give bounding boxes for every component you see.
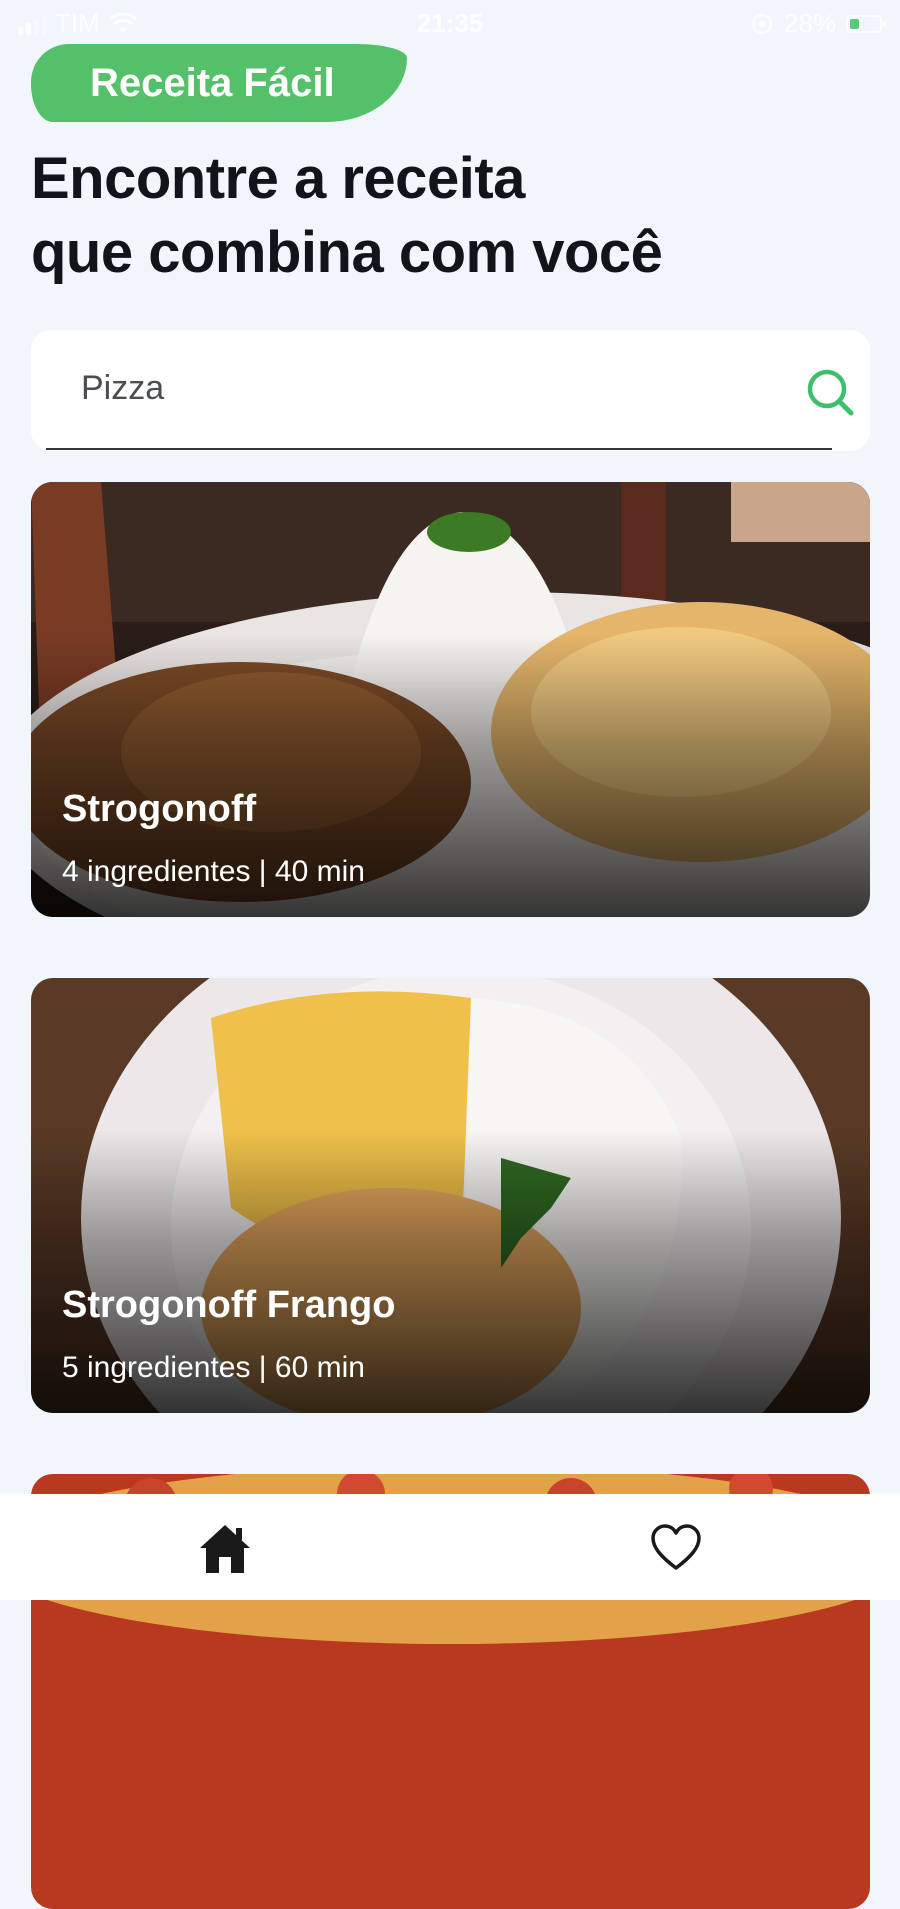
- recipe-card[interactable]: Strogonoff Frango 5 ingredientes | 60 mi…: [31, 978, 870, 1413]
- lock-rotation-icon: [751, 13, 773, 34]
- recipe-meta: 4 ingredientes | 40 min: [62, 855, 365, 888]
- battery-icon: [846, 14, 886, 33]
- brand-logo: Receita Fácil: [31, 44, 407, 122]
- heart-icon[interactable]: [650, 1522, 702, 1574]
- brand-label: Receita Fácil: [90, 60, 335, 105]
- card-shade: [31, 978, 870, 1413]
- search-box: [31, 330, 870, 451]
- card-shade: [31, 482, 870, 917]
- search-input[interactable]: [81, 358, 761, 418]
- page-title: Encontre a receita que combina com você: [31, 142, 871, 290]
- recipe-title: Strogonoff Frango: [62, 1284, 396, 1326]
- recipe-title: Strogonoff: [62, 788, 257, 830]
- home-icon[interactable]: [198, 1522, 252, 1576]
- recipe-card[interactable]: Strogonoff 4 ingredientes | 40 min: [31, 482, 870, 917]
- recipe-meta: 5 ingredientes | 60 min: [62, 1351, 365, 1384]
- search-icon[interactable]: [804, 366, 856, 418]
- page-title-line-1: Encontre a receita: [31, 146, 525, 211]
- status-bar: TIM 21:35 28%: [0, 0, 900, 44]
- status-right: 28%: [750, 8, 886, 39]
- bottom-nav: [0, 1494, 900, 1600]
- battery-percent: 28%: [783, 8, 836, 38]
- page-title-line-2: que combina com você: [31, 220, 663, 285]
- search-underline: [46, 448, 832, 450]
